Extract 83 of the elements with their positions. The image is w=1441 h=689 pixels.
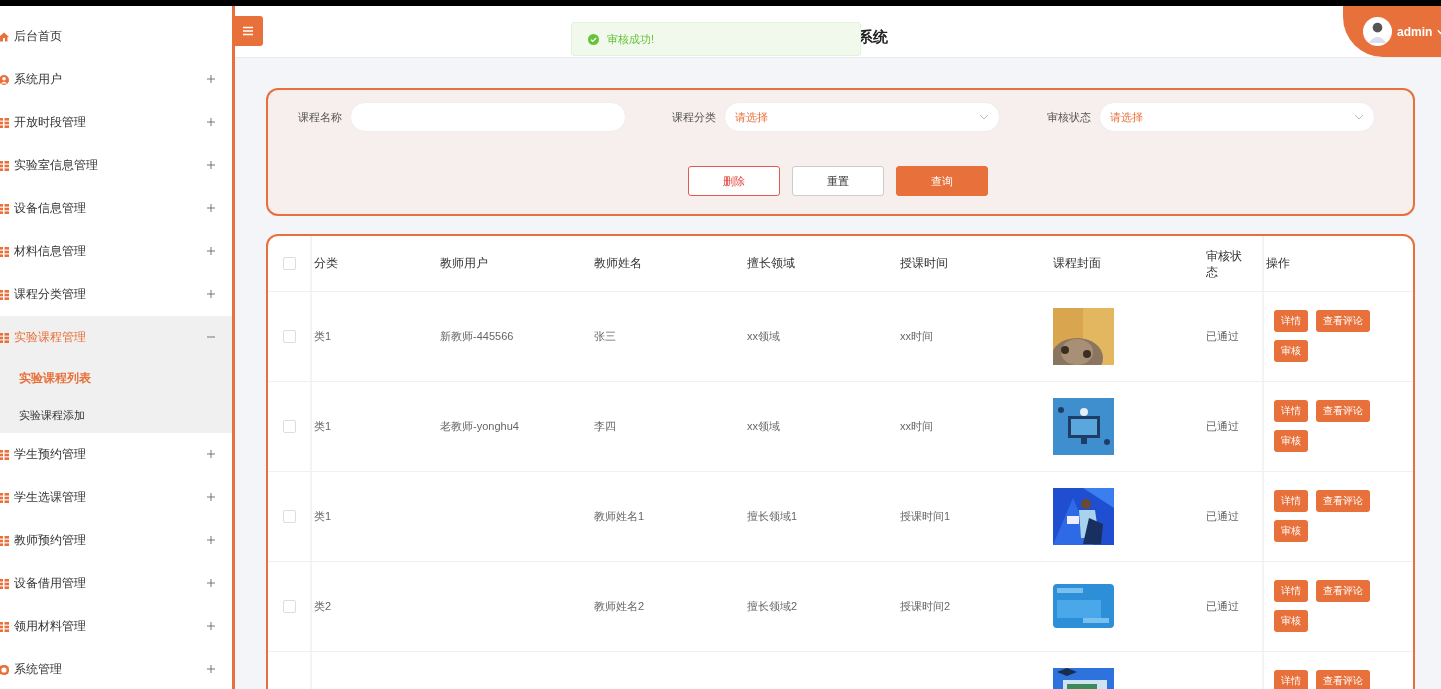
review-button[interactable]: 审核 (1274, 430, 1308, 452)
menu-item[interactable]: 开放时段管理 (0, 101, 232, 144)
field-label: 课程分类 (671, 109, 717, 125)
menu-icon (243, 26, 253, 36)
table-cell: 类1 (314, 509, 332, 524)
review-button[interactable]: 审核 (1274, 520, 1308, 542)
avatar-icon (1363, 17, 1392, 46)
table-cell: 新教师-445566 (440, 329, 514, 344)
details-button[interactable]: 详情 (1274, 490, 1308, 512)
checkbox[interactable] (282, 330, 296, 343)
status-text: 已通过 (1206, 599, 1239, 614)
table-cell: 李四 (594, 419, 616, 434)
view-comments-button[interactable]: 查看评论 (1316, 670, 1370, 689)
column-header: 擅长领域 (747, 255, 795, 272)
check-icon (588, 33, 599, 45)
menu-item[interactable]: 学生预约管理 (0, 433, 232, 476)
review-button[interactable]: 审核 (1274, 610, 1308, 632)
menu-item[interactable]: 学生选课管理 (0, 476, 232, 519)
table-cell: xx领域 (747, 329, 780, 344)
column-header: 教师用户 (440, 255, 488, 272)
column-header: 操作 (1266, 255, 1290, 272)
table-cell: xx时间 (900, 329, 933, 344)
menu-item[interactable]: 教师预约管理 (0, 519, 232, 562)
view-comments-button[interactable]: 查看评论 (1316, 310, 1370, 332)
details-button[interactable]: 详情 (1274, 580, 1308, 602)
table-cell: 擅长领域1 (747, 509, 798, 524)
field-label: 课程名称 (297, 109, 342, 125)
status-text: 已通过 (1206, 329, 1239, 344)
column-header: 授课时间 (900, 255, 948, 272)
column-header: 教师姓名 (594, 255, 642, 272)
reset-button[interactable]: 重置 (791, 166, 884, 196)
menu-item[interactable]: 系统用户 (0, 58, 232, 101)
menu-item[interactable]: 领用材料管理 (0, 605, 232, 648)
toast-message: 审核成功! (571, 22, 861, 56)
delete-button[interactable]: 删除 (687, 166, 780, 196)
table-cell: 老教师-yonghu4 (440, 419, 519, 434)
column-header: 课程封面 (1053, 255, 1101, 272)
table-cell: 类1 (314, 419, 332, 434)
menu-item[interactable]: 设备信息管理 (0, 187, 232, 230)
table-cell: 教师姓名2 (594, 599, 645, 614)
table-cell: 类1 (314, 329, 332, 344)
view-comments-button[interactable]: 查看评论 (1316, 490, 1370, 512)
review-button[interactable]: 审核 (1274, 340, 1308, 362)
chevron-down-icon (1353, 114, 1364, 120)
query-button[interactable]: 查询 (895, 166, 988, 196)
select-field[interactable]: 请选择 (724, 102, 1001, 132)
menu-button[interactable] (233, 16, 263, 46)
menu-item[interactable]: 设备借用管理 (0, 562, 232, 605)
table-cell: 教师姓名1 (594, 509, 645, 524)
menu-item[interactable]: 系统管理 (0, 648, 232, 689)
table-cell: xx领域 (747, 419, 780, 434)
submenu-item[interactable]: 实验课程列表 (0, 359, 232, 397)
view-comments-button[interactable]: 查看评论 (1316, 580, 1370, 602)
table-cell: 擅长领域2 (747, 599, 798, 614)
username: admin (1397, 24, 1433, 39)
details-button[interactable]: 详情 (1274, 400, 1308, 422)
menu-item[interactable]: 材料信息管理 (0, 230, 232, 273)
column-header: 分类 (314, 255, 338, 272)
view-comments-button[interactable]: 查看评论 (1316, 400, 1370, 422)
user-menu[interactable]: admin (1343, 6, 1441, 57)
menu-item[interactable]: 实验室信息管理 (0, 144, 232, 187)
chevron-down-icon (979, 114, 990, 120)
select-field[interactable]: 请选择 (1098, 102, 1375, 132)
table-cell: 类2 (314, 599, 332, 614)
field-label: 审核状态 (1045, 109, 1091, 125)
menu-item[interactable]: 课程分类管理 (0, 273, 232, 316)
checkbox[interactable] (282, 600, 296, 613)
grid-icon (0, 332, 9, 343)
submenu-item[interactable]: 实验课程添加 (0, 397, 232, 433)
status-text: 已通过 (1206, 419, 1239, 434)
table-cell: xx时间 (900, 419, 933, 434)
details-button[interactable]: 详情 (1274, 670, 1308, 689)
column-header: 审核状态 (1206, 247, 1243, 280)
checkbox[interactable] (282, 510, 296, 523)
menu-item[interactable]: 实验课程管理 (0, 316, 232, 359)
menu-item[interactable]: 后台首页 (0, 15, 232, 58)
checkbox[interactable] (282, 420, 296, 433)
table-cell: 张三 (594, 329, 616, 344)
status-text: 已通过 (1206, 509, 1239, 524)
checkbox[interactable] (282, 257, 296, 270)
details-button[interactable]: 详情 (1274, 310, 1308, 332)
table-cell: 授课时间2 (900, 599, 951, 614)
table-cell: 授课时间1 (900, 509, 951, 524)
